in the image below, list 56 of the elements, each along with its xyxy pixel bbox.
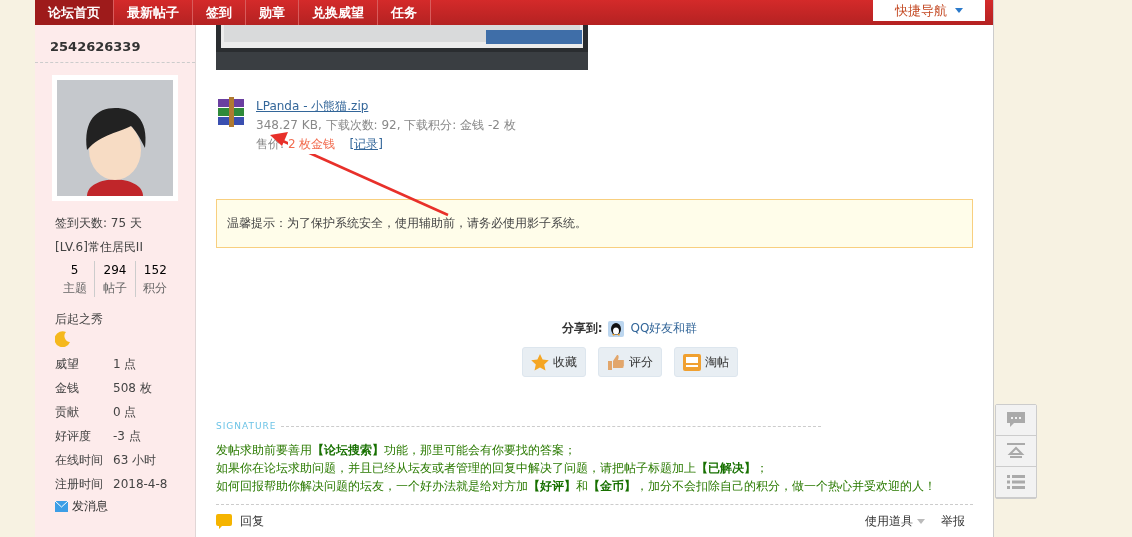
field-label: 注册时间 (55, 476, 104, 493)
action-button[interactable]: 淘帖 (673, 347, 738, 377)
signature-heading: SIGNATURE (216, 421, 277, 431)
action-button[interactable]: 收藏 (521, 347, 586, 377)
inbox-icon (682, 353, 701, 371)
penguin-icon (608, 320, 625, 337)
username[interactable]: 2542626339 (35, 25, 195, 63)
use-tools-menu[interactable]: 使用道具 (865, 513, 925, 530)
comment-icon (1007, 412, 1025, 428)
field-label: 贡献 (55, 404, 80, 421)
checkin-days: 签到天数: 75 天 (35, 211, 195, 235)
attachment-meta: 348.27 KB, 下载次数: 92, 下载积分: 金钱 -2 枚 (256, 117, 516, 134)
price-label: 售价: (256, 136, 285, 153)
field-value: 63 小时 (113, 452, 157, 469)
envelope-icon (55, 501, 68, 512)
stat-value[interactable]: 5 (55, 261, 95, 279)
moon-icon (55, 331, 71, 347)
field-label: 好评度 (55, 428, 92, 445)
report-link[interactable]: 举报 (941, 513, 965, 530)
tip-notice: 温馨提示：为了保护系统安全，使用辅助前，请务必使用影子系统。 (216, 199, 973, 248)
star-icon (530, 353, 549, 371)
quick-nav-button[interactable]: 快捷导航 (873, 0, 985, 21)
thumbs-up-icon (606, 353, 625, 371)
caret-icon (955, 8, 963, 13)
speech-bubble-icon (216, 514, 232, 529)
stat-label: 主题 (61, 280, 88, 297)
field-value: 508 枚 (113, 380, 152, 397)
price-value: 2 枚金钱 (288, 135, 336, 154)
send-message-link[interactable]: 发消息 (35, 498, 195, 515)
signature-line: 如何回报帮助你解决问题的坛友，一个好办法就是给对方加【好评】和【金币】，加分不会扣除自己的积分，做一个热心并受欢迎的人！ (216, 478, 937, 495)
field-value: 0 点 (113, 404, 137, 421)
signature-line: 发帖求助前要善用【论坛搜索】功能，那里可能会有你要找的答案； (216, 442, 577, 459)
back-to-top-icon (1007, 443, 1025, 459)
user-rank: 后起之秀 (54, 311, 104, 328)
side-tool-button[interactable] (996, 405, 1036, 436)
field-label: 金钱 (55, 380, 80, 397)
stat-label: 积分 (142, 280, 169, 297)
field-label: 在线时间 (55, 452, 104, 469)
stat-value[interactable]: 152 (135, 261, 175, 279)
user-level[interactable]: [LV.6]常住居民II (35, 235, 195, 259)
stat-label: 帖子 (102, 280, 128, 297)
field-value: 2018-4-8 (113, 476, 168, 493)
attachment-link[interactable]: LPanda - 小熊猫.zip (256, 99, 369, 113)
signature-line: 如果你在论坛求助问题，并且已经从坛友或者管理的回复中解决了问题，请把帖子标题加上【已解决】； (216, 460, 769, 477)
field-label: 威望 (55, 356, 80, 373)
nav-tab[interactable]: 论坛首页 (35, 0, 114, 25)
action-button[interactable]: 评分 (597, 347, 662, 377)
field-value: 1 点 (113, 356, 137, 373)
stat-value[interactable]: 294 (95, 261, 135, 279)
reply-link[interactable]: 回复 (240, 513, 264, 530)
list-icon (1007, 474, 1025, 490)
share-label: 分享到: (561, 320, 603, 337)
share-qq-link[interactable]: QQ好友和群 (630, 320, 698, 337)
field-value: -3 点 (113, 428, 141, 445)
record-link[interactable]: [记录] (349, 135, 383, 154)
caret-icon (917, 519, 925, 524)
